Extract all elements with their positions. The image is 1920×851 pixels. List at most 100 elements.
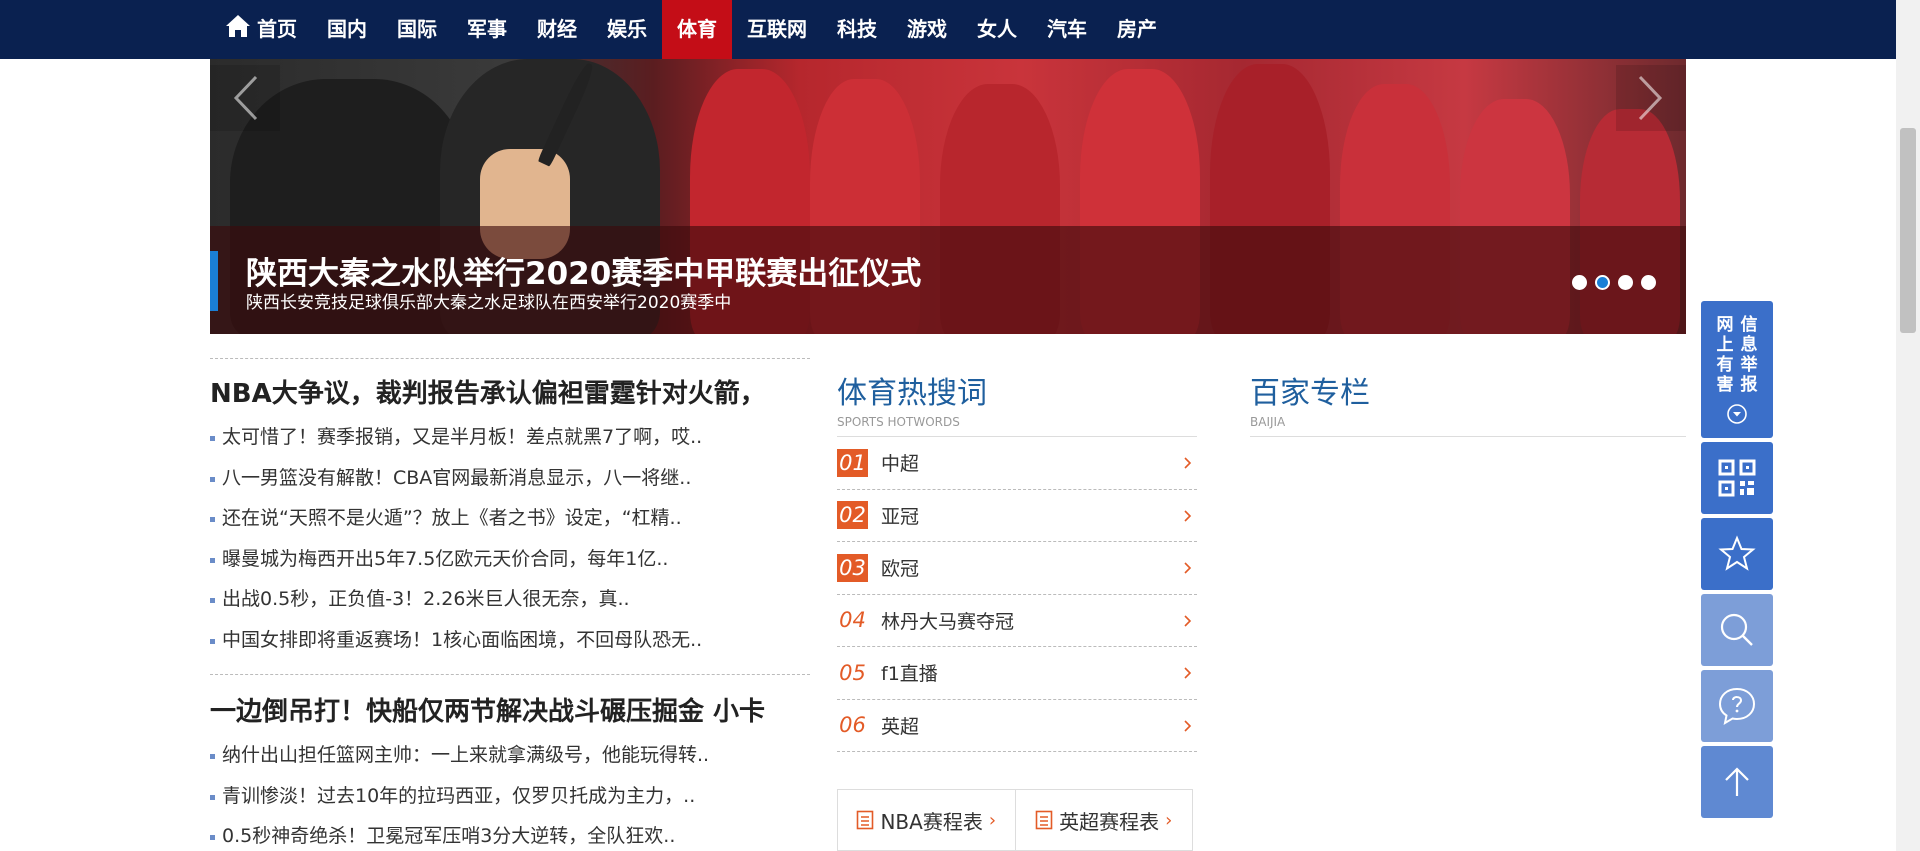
star-icon bbox=[1718, 535, 1756, 571]
divider bbox=[1250, 436, 1686, 437]
baijia-subtitle: BAIJIA bbox=[1250, 415, 1286, 429]
banner-caption: 陕西大秦之水队举行2020赛季中甲联赛出征仪式 陕西长安竞技足球俱乐部大秦之水足… bbox=[210, 226, 1686, 334]
news-headline[interactable]: 一边倒吊打！快船仅两节解决战斗碾压掘金 小卡 bbox=[210, 693, 810, 731]
nav-item-entertainment[interactable]: 娱乐 bbox=[592, 0, 662, 59]
nav-item-games[interactable]: 游戏 bbox=[892, 0, 962, 59]
banner-title[interactable]: 陕西大秦之水队举行2020赛季中甲联赛出征仪式 bbox=[246, 248, 921, 293]
nav-item-military[interactable]: 军事 bbox=[452, 0, 522, 59]
news-item[interactable]: 纳什出山担任篮网主帅：一上来就拿满级号，他能玩得转.. bbox=[210, 735, 810, 776]
scrollbar-thumb[interactable] bbox=[1900, 128, 1916, 333]
chevron-right-icon: › bbox=[988, 809, 997, 831]
news-item[interactable]: 八一男篮没有解散！CBA官网最新消息显示，八一将继.. bbox=[210, 458, 810, 499]
nba-schedule-button[interactable]: NBA赛程表 › bbox=[838, 790, 1015, 850]
nav-menu: 首页 国内 国际 军事 财经 娱乐 体育 互联网 科技 游戏 女人 汽车 房产 bbox=[210, 0, 1172, 59]
news-column: NBA大争议，裁判报告承认偏袒雷霆针对火箭， 太可惜了！赛季报销，又是半月板！差… bbox=[210, 358, 810, 851]
nav-item-realestate[interactable]: 房产 bbox=[1102, 0, 1172, 59]
news-item[interactable]: 还在说“天照不是火遁”？放上《者之书》设定，“杠精.. bbox=[210, 498, 810, 539]
news-list: 太可惜了！赛季报销，又是半月板！差点就黑7了啊，哎.. 八一男篮没有解散！CBA… bbox=[210, 417, 810, 660]
chevron-right-icon: › bbox=[1165, 809, 1173, 831]
hotword-item[interactable]: 02 亚冠 bbox=[837, 490, 1197, 542]
nav-item-home[interactable]: 首页 bbox=[210, 0, 312, 59]
hotword-item[interactable]: 05 f1直播 bbox=[837, 647, 1197, 700]
hotword-rank: 02 bbox=[837, 501, 868, 530]
help-chat-icon bbox=[1718, 687, 1756, 726]
banner-next-button[interactable] bbox=[1616, 65, 1686, 131]
schedule-label: 英超赛程表 bbox=[1059, 809, 1160, 834]
help-button[interactable] bbox=[1701, 670, 1773, 742]
baijia-panel: 百家专栏 BAIJIA bbox=[1250, 376, 1686, 437]
nav-item-finance[interactable]: 财经 bbox=[522, 0, 592, 59]
back-to-top-button[interactable] bbox=[1701, 746, 1773, 818]
slide-dot-3[interactable] bbox=[1618, 275, 1633, 290]
news-item[interactable]: 曝曼城为梅西开出5年7.5亿欧元天价合同，每年1亿.. bbox=[210, 539, 810, 580]
page-scrollbar[interactable] bbox=[1896, 0, 1920, 851]
hotword-item[interactable]: 04 林丹大马赛夺冠 bbox=[837, 595, 1197, 647]
hotword-label: 欧冠 bbox=[881, 558, 920, 581]
chevron-down-circle-icon bbox=[1727, 403, 1747, 424]
hotwords-title: 体育热搜词 bbox=[837, 376, 987, 411]
news-list: 纳什出山担任篮网主帅：一上来就拿满级号，他能玩得转.. 青训惨淡！过去10年的拉… bbox=[210, 735, 810, 851]
search-icon bbox=[1720, 613, 1753, 646]
hotword-rank: 04 bbox=[839, 608, 866, 633]
nav-item-sports[interactable]: 体育 bbox=[662, 0, 732, 59]
slide-dot-4[interactable] bbox=[1641, 275, 1656, 290]
chevron-right-icon bbox=[1184, 562, 1192, 574]
nav-item-domestic[interactable]: 国内 bbox=[312, 0, 382, 59]
news-item[interactable]: 中国女排即将重返赛场！1核心面临困境，不回母队恐无.. bbox=[210, 620, 810, 661]
report-button[interactable]: 信息举报 网上有害 bbox=[1701, 301, 1773, 438]
nav-item-women[interactable]: 女人 bbox=[962, 0, 1032, 59]
slide-dot-2[interactable] bbox=[1595, 275, 1610, 290]
list-icon bbox=[857, 810, 874, 830]
news-item[interactable]: 青训惨淡！过去10年的拉玛西亚，仅罗贝托成为主力，.. bbox=[210, 776, 810, 817]
epl-schedule-button[interactable]: 英超赛程表 › bbox=[1014, 790, 1193, 850]
floating-toolbar: 信息举报 网上有害 bbox=[1701, 301, 1773, 822]
divider bbox=[210, 674, 810, 675]
home-icon bbox=[226, 15, 250, 37]
slide-indicator bbox=[1572, 275, 1656, 290]
list-icon bbox=[1035, 810, 1053, 830]
hotword-rank: 01 bbox=[837, 448, 868, 477]
qrcode-icon bbox=[1718, 459, 1756, 497]
slide-dot-1[interactable] bbox=[1572, 275, 1587, 290]
hotwords-panel: 体育热搜词 SPORTS HOTWORDS 01 中超 02 亚冠 03 欧冠 … bbox=[837, 376, 1197, 851]
baijia-title: 百家专栏 bbox=[1250, 376, 1370, 411]
news-item[interactable]: 0.5秒神奇绝杀！卫冕冠军压哨3分大逆转，全队狂欢.. bbox=[210, 816, 810, 851]
nav-item-label: 首页 bbox=[257, 17, 297, 41]
chevron-right-icon bbox=[1638, 75, 1663, 121]
banner-slideshow[interactable]: 陕西大秦之水队举行2020赛季中甲联赛出征仪式 陕西长安竞技足球俱乐部大秦之水足… bbox=[210, 59, 1686, 334]
chevron-right-icon bbox=[1184, 457, 1192, 469]
divider bbox=[210, 358, 810, 359]
hotword-item[interactable]: 06 英超 bbox=[837, 700, 1197, 752]
chevron-right-icon bbox=[1184, 719, 1192, 732]
news-item[interactable]: 出战0.5秒，正负值-3！2.26米巨人很无奈，真.. bbox=[210, 579, 810, 620]
search-button[interactable] bbox=[1701, 594, 1773, 666]
hotword-item[interactable]: 03 欧冠 bbox=[837, 542, 1197, 595]
nav-item-tech[interactable]: 科技 bbox=[822, 0, 892, 59]
hotword-rank: 05 bbox=[839, 660, 866, 685]
nav-item-auto[interactable]: 汽车 bbox=[1032, 0, 1102, 59]
banner-prev-button[interactable] bbox=[210, 65, 280, 131]
news-item[interactable]: 太可惜了！赛季报销，又是半月板！差点就黑7了啊，哎.. bbox=[210, 417, 810, 458]
news-headline[interactable]: NBA大争议，裁判报告承认偏袒雷霆针对火箭， bbox=[210, 375, 810, 413]
nav-item-international[interactable]: 国际 bbox=[382, 0, 452, 59]
chevron-right-icon bbox=[1184, 614, 1192, 627]
report-label-col: 信息举报 bbox=[1740, 314, 1758, 395]
hotword-label: 亚冠 bbox=[881, 505, 920, 528]
report-label: 信息举报 网上有害 bbox=[1715, 315, 1759, 395]
hotword-rank: 06 bbox=[839, 713, 866, 738]
chevron-right-icon bbox=[1184, 509, 1192, 522]
hotword-item[interactable]: 01 中超 bbox=[837, 437, 1197, 490]
hotwords-list: 01 中超 02 亚冠 03 欧冠 04 林丹大马赛夺冠 05 f1直播 06 … bbox=[837, 436, 1197, 752]
nav-item-internet[interactable]: 互联网 bbox=[732, 0, 822, 59]
schedule-label: NBA赛程表 bbox=[880, 809, 983, 834]
hotword-label: 林丹大马赛夺冠 bbox=[881, 610, 1015, 633]
favorite-button[interactable] bbox=[1701, 518, 1773, 590]
hotwords-subtitle: SPORTS HOTWORDS bbox=[837, 415, 960, 429]
qrcode-button[interactable] bbox=[1701, 442, 1773, 514]
hotword-rank: 03 bbox=[837, 553, 868, 582]
chevron-left-icon bbox=[233, 75, 258, 121]
schedule-links: NBA赛程表 › 英超赛程表 › bbox=[837, 789, 1193, 851]
chevron-right-icon bbox=[1184, 667, 1192, 679]
hotword-label: 英超 bbox=[881, 715, 920, 738]
top-nav: 首页 国内 国际 军事 财经 娱乐 体育 互联网 科技 游戏 女人 汽车 房产 bbox=[0, 0, 1896, 59]
